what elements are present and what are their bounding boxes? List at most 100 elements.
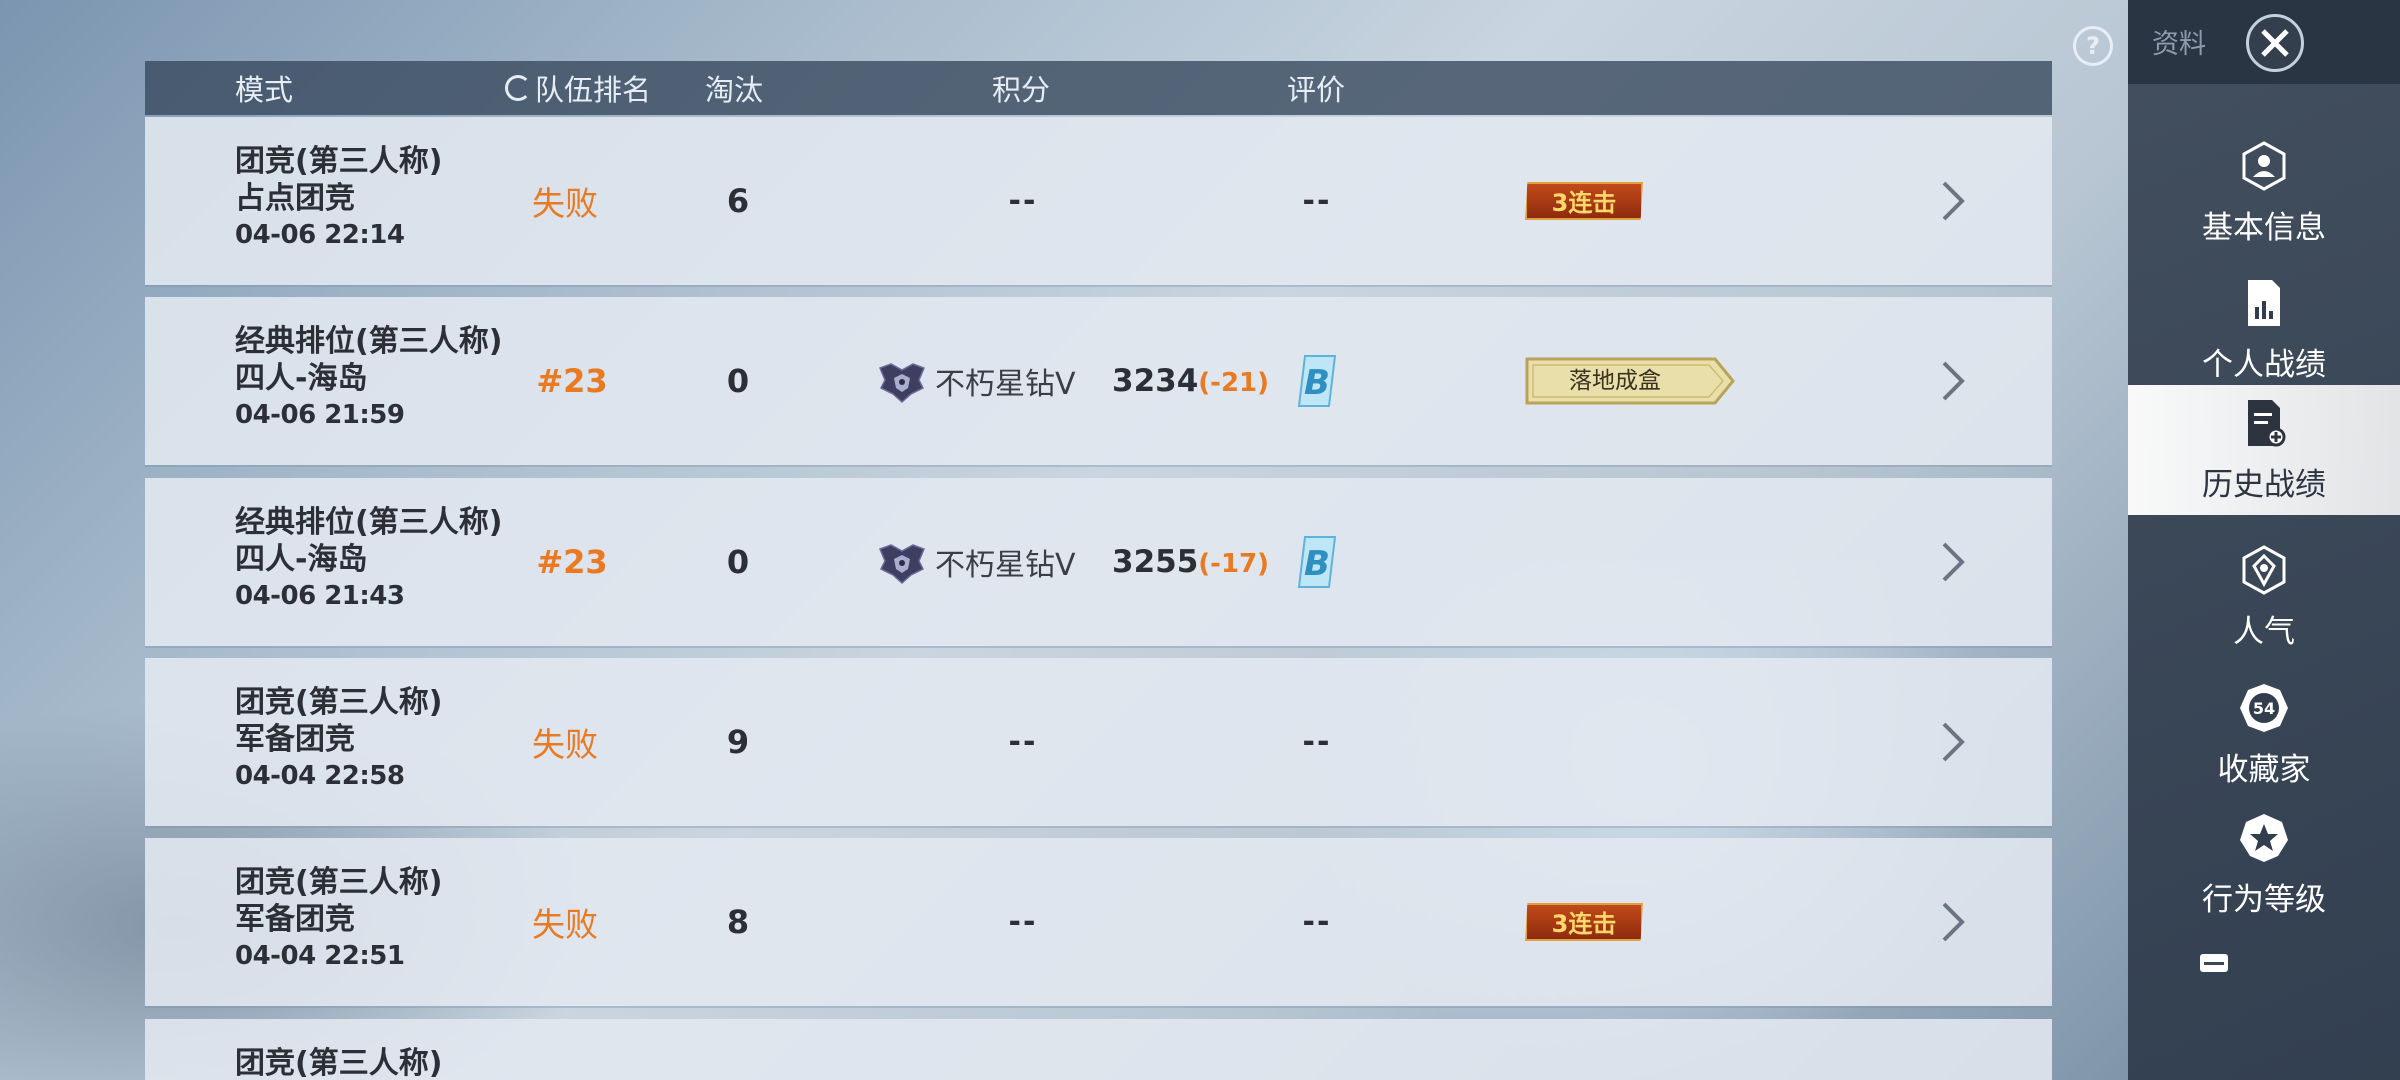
match-rating: -- xyxy=(1302,904,1332,940)
match-row[interactable]: 经典排位(第三人称) 四人-海岛 04-06 21:43 #23 0 不朽星钻Ⅴ… xyxy=(145,478,2052,646)
combo-badge: 3连击 xyxy=(1525,903,1643,941)
match-time: 04-06 21:59 xyxy=(235,400,405,430)
rank-points-delta: (-21) xyxy=(1198,368,1270,398)
match-rank: 失败 xyxy=(532,184,598,223)
match-score: -- xyxy=(1008,904,1038,940)
sidebar-item-label: 收藏家 xyxy=(2217,752,2311,788)
sidebar-item-basic-info[interactable]: 基本信息 xyxy=(2128,128,2400,258)
collector-level: 54 xyxy=(2253,699,2275,718)
rank-points: 3234(-21) xyxy=(1112,363,1269,399)
header-rating: 评价 xyxy=(1287,73,1346,107)
match-info: 团竞(第三人称) 军备团竞 04-04 22:51 xyxy=(235,864,442,975)
rank-points-value: 3234 xyxy=(1112,363,1199,399)
sidebar-item-label: 基本信息 xyxy=(2202,210,2326,246)
match-map: 军备团竞 xyxy=(235,902,355,937)
match-info: 团竞(第三人称) 占点团竞 04-06 22:14 xyxy=(235,143,442,254)
match-mode: 经典排位(第三人称) xyxy=(235,505,503,540)
stats-doc-icon xyxy=(2248,280,2280,326)
match-kills: 8 xyxy=(726,903,750,941)
sidebar-item-match-history[interactable]: 历史战绩 xyxy=(2128,385,2400,515)
tier-info: 不朽星钻Ⅴ xyxy=(877,358,1076,404)
sidebar-item-collector[interactable]: 54 收藏家 xyxy=(2128,670,2400,800)
combo-badge: 3连击 xyxy=(1525,182,1643,220)
match-mode: 团竞(第三人称) xyxy=(235,1046,443,1080)
sidebar-item-label: 行为等级 xyxy=(2202,882,2326,918)
tier-name: 不朽星钻Ⅴ xyxy=(935,367,1076,402)
match-row[interactable]: 团竞(第三人称) 军备团竞 04-04 22:51 失败 8 -- -- 3连击 xyxy=(145,838,2052,1006)
rank-points: 3255(-17) xyxy=(1112,544,1269,580)
match-kills: 0 xyxy=(726,362,750,400)
chevron-right-icon[interactable] xyxy=(1936,538,1970,586)
collector-icon: 54 xyxy=(2240,684,2288,732)
match-mode: 团竞(第三人称) xyxy=(235,685,443,720)
match-mode: 经典排位(第三人称) xyxy=(235,324,503,359)
match-time: 04-04 22:58 xyxy=(235,761,405,791)
behavior-badge-icon xyxy=(2240,814,2288,862)
match-score: -- xyxy=(1008,724,1038,760)
match-info: 团竞(第三人称) 军备团竞 04-04 22:58 xyxy=(235,684,442,795)
close-button[interactable] xyxy=(2246,14,2304,72)
grade-letter: B xyxy=(1304,544,1330,584)
match-mode: 团竞(第三人称) xyxy=(235,144,443,179)
header-score: 积分 xyxy=(992,73,1051,107)
landing-badge: 落地成盒 xyxy=(1525,357,1735,405)
match-rank: #23 xyxy=(536,543,608,581)
match-kills: 9 xyxy=(726,723,750,761)
match-kills: 0 xyxy=(726,543,750,581)
header-mode: 模式 xyxy=(235,73,294,107)
match-time: 04-06 21:43 xyxy=(235,581,405,611)
match-row[interactable]: 团竞(第三人称) 占点团竞 04-06 22:14 失败 6 -- -- 3连击 xyxy=(145,117,2052,285)
chevron-right-icon[interactable] xyxy=(1936,177,1970,225)
sidebar-item-popularity[interactable]: 人气 xyxy=(2128,532,2400,662)
rank-points-value: 3255 xyxy=(1112,544,1199,580)
match-time: 04-06 22:14 xyxy=(235,220,405,250)
header-team-rank[interactable]: 队伍排名 xyxy=(505,67,651,109)
match-score: -- xyxy=(1008,183,1038,219)
tier-emblem-icon xyxy=(879,544,925,585)
sidebar-item-personal-stats[interactable]: 个人战绩 xyxy=(2128,265,2400,395)
match-map: 四人-海岛 xyxy=(235,542,368,577)
grade-letter: B xyxy=(1304,363,1330,403)
match-info: 团竞(第三人称) xyxy=(235,1045,442,1080)
match-row[interactable]: 团竞(第三人称) xyxy=(145,1019,2052,1080)
match-row[interactable]: 经典排位(第三人称) 四人-海岛 04-06 21:59 #23 0 不朽星钻Ⅴ… xyxy=(145,297,2052,465)
help-button[interactable]: ? xyxy=(2073,26,2113,66)
header-kills: 淘汰 xyxy=(705,73,764,107)
close-icon xyxy=(2261,29,2289,57)
match-map: 军备团竞 xyxy=(235,722,355,757)
grade-badge: B xyxy=(1297,355,1337,407)
grade-badge: B xyxy=(1297,536,1337,588)
match-info: 经典排位(第三人称) 四人-海岛 04-06 21:43 xyxy=(235,504,502,615)
sidebar-item-label: 个人战绩 xyxy=(2202,347,2326,383)
match-mode: 团竞(第三人称) xyxy=(235,865,443,900)
tier-info: 不朽星钻Ⅴ xyxy=(877,539,1076,585)
match-map: 四人-海岛 xyxy=(235,361,368,396)
sidebar-item-label: 人气 xyxy=(2233,614,2295,650)
match-row[interactable]: 团竞(第三人称) 军备团竞 04-04 22:58 失败 9 -- -- xyxy=(145,658,2052,826)
user-shield-icon xyxy=(2242,141,2286,191)
match-rank: #23 xyxy=(536,362,608,400)
match-map: 占点团竞 xyxy=(235,181,355,216)
chevron-right-icon[interactable] xyxy=(1936,718,1970,766)
match-rating: -- xyxy=(1302,183,1332,219)
popularity-icon xyxy=(2242,545,2286,595)
sidebar-title: 资料 xyxy=(2152,29,2206,60)
tier-name: 不朽星钻Ⅴ xyxy=(935,548,1076,583)
match-time: 04-04 22:51 xyxy=(235,941,405,971)
landing-badge-label: 落地成盒 xyxy=(1569,368,1661,394)
rank-points-delta: (-17) xyxy=(1198,549,1270,579)
sidebar-item-label: 历史战绩 xyxy=(2202,467,2326,503)
refresh-icon[interactable] xyxy=(505,75,531,101)
match-info: 经典排位(第三人称) 四人-海岛 04-06 21:59 xyxy=(235,323,502,434)
match-rating: -- xyxy=(1302,724,1332,760)
history-table-header: 模式 队伍排名 淘汰 积分 评价 xyxy=(145,61,2052,115)
sidebar-item-behavior-level[interactable]: 行为等级 xyxy=(2128,800,2400,930)
chevron-right-icon[interactable] xyxy=(1936,898,1970,946)
history-doc-icon xyxy=(2248,400,2286,447)
match-kills: 6 xyxy=(726,182,750,220)
header-team-rank-label: 队伍排名 xyxy=(535,73,652,107)
more-menu-icon[interactable] xyxy=(2200,954,2228,972)
tier-emblem-icon xyxy=(879,363,925,404)
match-rank: 失败 xyxy=(532,905,598,944)
chevron-right-icon[interactable] xyxy=(1936,357,1970,405)
